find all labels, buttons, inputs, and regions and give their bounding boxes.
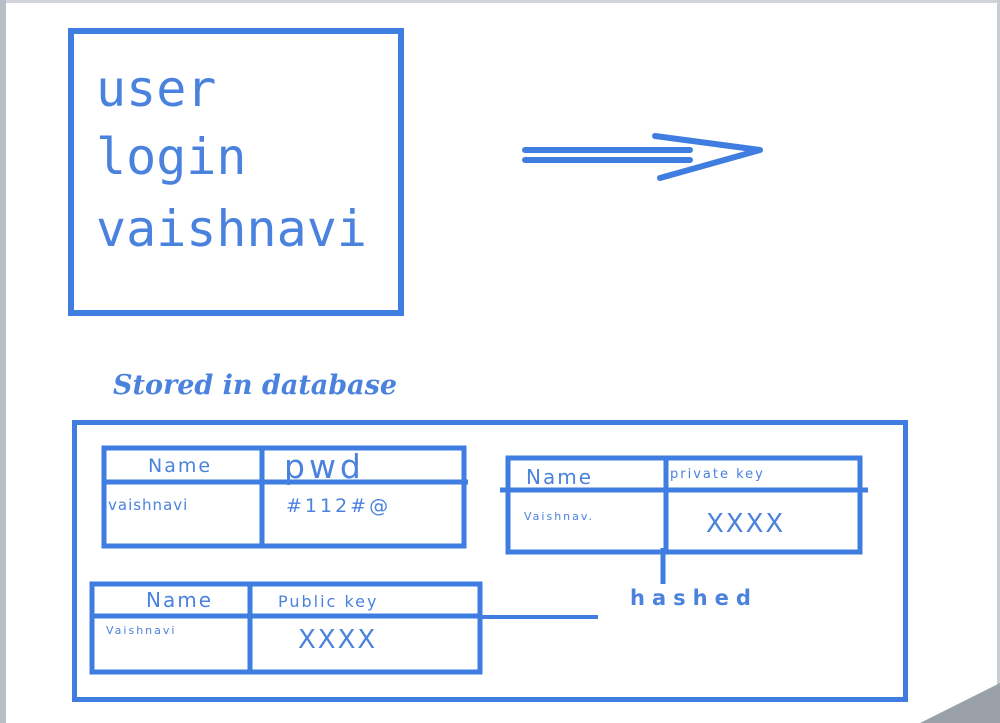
login-line-name: vaishnavi: [96, 200, 367, 258]
page-corner: [920, 683, 1000, 723]
hashed-label: hashed: [630, 586, 758, 610]
table-public-header-key: Public key: [278, 592, 378, 611]
frame-top-edge: [0, 0, 1000, 3]
table-public-header-name: Name: [146, 588, 213, 612]
table-public-cell-key: XXXX: [298, 625, 377, 655]
table-pwd-cell-name: vaishnavi: [108, 496, 188, 514]
table-private-key: Name private key Vaishnav. XXXX: [500, 455, 868, 555]
table-pwd-cell-pwd: #112#@: [286, 495, 391, 517]
table-public-key: Name Public key Vaishnavi XXXX: [89, 581, 598, 675]
frame-left-edge: [0, 0, 6, 723]
user-login-box: user login vaishnavi: [68, 28, 404, 316]
table-private-cell-key: XXXX: [706, 509, 785, 539]
login-line-user: user: [96, 60, 217, 118]
table-private-header-key: private key: [670, 467, 765, 482]
table-pwd: Name pwd vaishnavi #112#@: [101, 445, 468, 549]
table-pwd-header-name: Name: [148, 455, 212, 477]
table-private-header-name: Name: [526, 465, 593, 489]
login-line-login: login: [96, 128, 247, 186]
table-pwd-header-pwd: pwd: [284, 447, 365, 486]
double-arrow-right-icon: [522, 133, 763, 181]
table-private-cell-name: Vaishnav.: [524, 510, 594, 523]
table-public-cell-name: Vaishnavi: [106, 624, 176, 637]
database-caption: Stored in database: [113, 370, 398, 401]
private-key-connector: [660, 548, 666, 584]
